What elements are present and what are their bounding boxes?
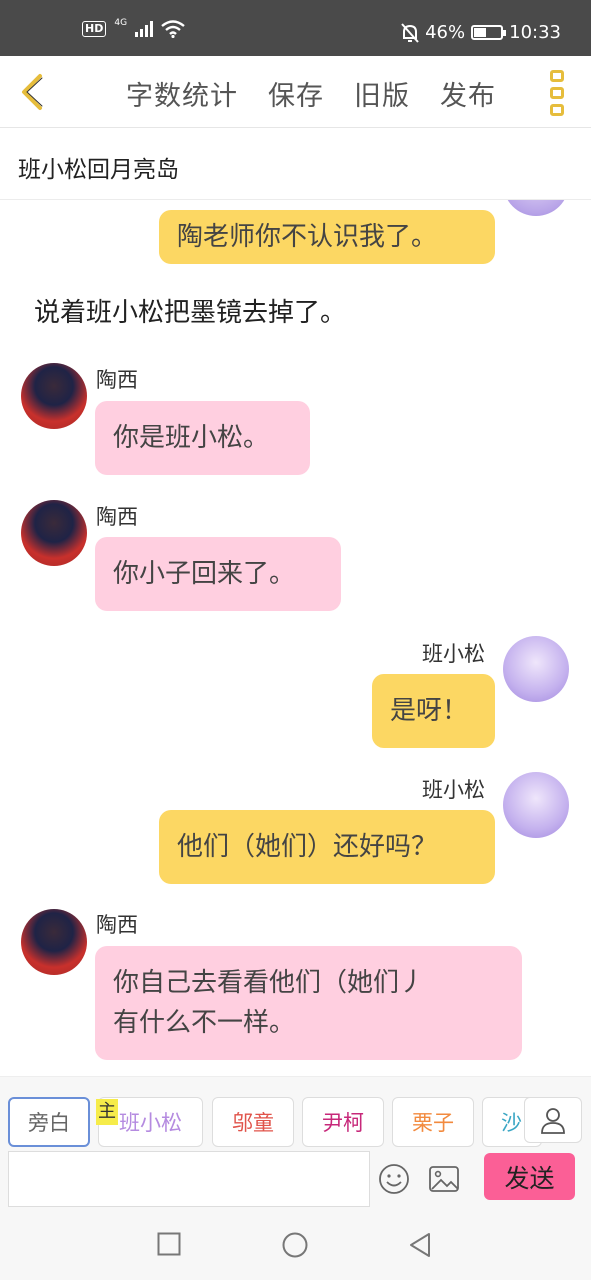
nav-actions: 字数统计 保存 旧版 发布 xyxy=(126,74,496,113)
composer-panel: 旁白 班小松 主 邬童 尹柯 栗子 沙 发送 xyxy=(0,1076,591,1208)
character-chip-wutong[interactable]: 邬童 xyxy=(212,1097,294,1147)
battery-fill xyxy=(474,28,487,37)
character-chip-narrator[interactable]: 旁白 xyxy=(8,1097,90,1147)
message-input[interactable] xyxy=(8,1151,370,1207)
message-bubble[interactable]: 你是班小松。 xyxy=(95,401,310,475)
mute-bell-icon xyxy=(401,22,419,43)
word-count-button[interactable]: 字数统计 xyxy=(126,74,238,113)
status-right: 46% 10:33 xyxy=(401,22,561,43)
send-button[interactable]: 发送 xyxy=(484,1153,575,1200)
sender-name: 班小松 xyxy=(422,778,485,802)
character-chip-lizi[interactable]: 栗子 xyxy=(392,1097,474,1147)
avatar xyxy=(503,636,569,702)
avatar xyxy=(21,909,87,975)
sender-name: 陶西 xyxy=(96,368,138,392)
publish-button[interactable]: 发布 xyxy=(440,74,496,113)
avatar xyxy=(21,500,87,566)
status-bar: HD 4G 46% 10:33 xyxy=(0,0,591,56)
top-nav: 字数统计 保存 旧版 发布 xyxy=(0,56,591,128)
signal-icon xyxy=(135,21,154,37)
sender-name: 陶西 xyxy=(96,505,138,529)
more-vertical-icon[interactable] xyxy=(550,70,566,116)
network-type: 4G xyxy=(114,18,128,28)
message-bubble[interactable]: 你小子回来了。 xyxy=(95,537,341,611)
story-title-bar: 班小松回月亮岛 xyxy=(0,129,591,200)
avatar xyxy=(21,363,87,429)
recents-square-icon[interactable] xyxy=(157,1232,181,1256)
old-version-button[interactable]: 旧版 xyxy=(354,74,410,113)
save-button[interactable]: 保存 xyxy=(268,74,324,113)
sender-name: 班小松 xyxy=(422,642,485,666)
battery-percent: 46% xyxy=(425,22,466,43)
avatar xyxy=(503,772,569,838)
user-icon xyxy=(541,1108,565,1134)
back-triangle-icon[interactable] xyxy=(408,1232,432,1258)
narration-text[interactable]: 说着班小松把墨镜去掉了。 xyxy=(34,292,346,329)
image-icon xyxy=(429,1166,459,1192)
system-nav-bar xyxy=(0,1208,591,1280)
message-line: 你自己去看看他们（她们丿 xyxy=(113,968,426,998)
chat-area[interactable]: 陶老师你不认识我了。 说着班小松把墨镜去掉了。 陶西 你是班小松。 陶西 你小子… xyxy=(0,200,591,1076)
status-left: HD 4G xyxy=(82,18,185,38)
avatar xyxy=(503,200,569,216)
back-button[interactable] xyxy=(14,72,54,112)
smiley-icon xyxy=(379,1164,409,1194)
story-title[interactable]: 班小松回月亮岛 xyxy=(18,150,179,184)
message-bubble[interactable]: 是呀！ xyxy=(372,674,495,748)
clock: 10:33 xyxy=(509,22,561,43)
owner-badge: 主 xyxy=(96,1099,118,1125)
battery-icon xyxy=(471,25,507,40)
message-bubble[interactable]: 陶老师你不认识我了。 xyxy=(159,210,495,264)
home-circle-icon[interactable] xyxy=(282,1232,308,1258)
hd-indicator: HD xyxy=(82,21,107,37)
message-line: 有什么不一样。 xyxy=(113,1008,296,1038)
image-button[interactable] xyxy=(426,1161,462,1197)
emoji-button[interactable] xyxy=(376,1161,412,1197)
chevron-left-icon xyxy=(22,74,43,110)
character-chip-yinke[interactable]: 尹柯 xyxy=(302,1097,384,1147)
character-manage-button[interactable] xyxy=(524,1097,582,1143)
sender-name: 陶西 xyxy=(96,913,138,937)
wifi-icon xyxy=(161,20,185,38)
message-bubble[interactable]: 你自己去看看他们（她们丿 有什么不一样。 xyxy=(95,946,522,1060)
message-bubble[interactable]: 他们（她们）还好吗？ xyxy=(159,810,495,884)
